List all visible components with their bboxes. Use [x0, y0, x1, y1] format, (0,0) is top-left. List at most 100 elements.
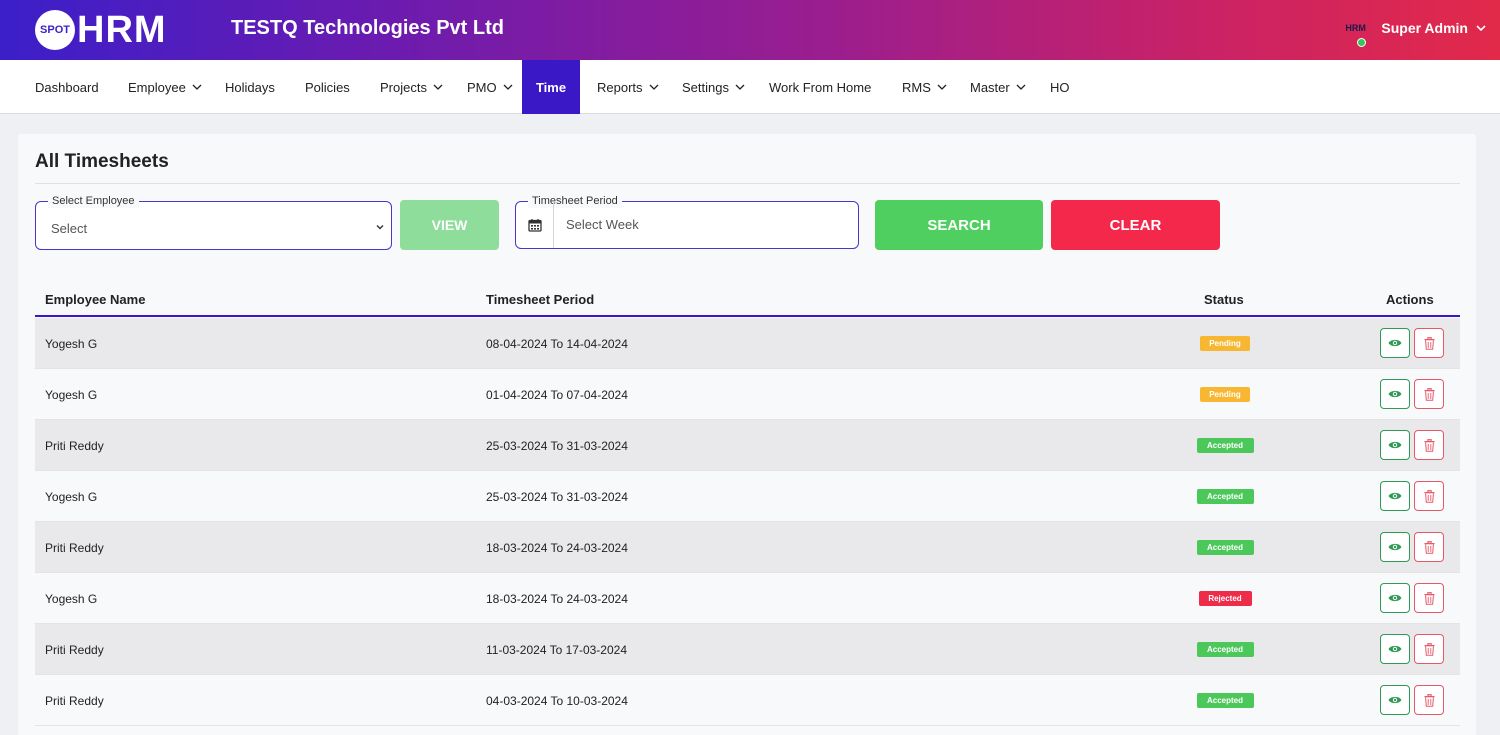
eye-icon — [1388, 390, 1402, 398]
trash-icon — [1424, 642, 1434, 656]
logo-badge: SPOT — [35, 10, 75, 50]
user-menu[interactable]: HRM Super Admin — [1345, 20, 1488, 47]
search-button[interactable]: SEARCH — [875, 200, 1043, 250]
top-header: SPOT HRM TESTQ Technologies Pvt Ltd HRM … — [0, 0, 1500, 60]
trash-icon — [1424, 540, 1434, 554]
trash-icon — [1424, 336, 1434, 350]
chevron-down-icon — [502, 81, 514, 93]
employee-name-cell: Priti Reddy — [45, 541, 104, 555]
nav-item-work-from-home[interactable]: Work From Home — [769, 60, 871, 114]
status-badge: Accepted — [1196, 642, 1254, 657]
employee-name-cell: Priti Reddy — [45, 643, 104, 657]
timesheet-period-cell: 01-04-2024 To 07-04-2024 — [486, 388, 628, 402]
nav-item-time[interactable]: Time — [522, 60, 580, 114]
status-badge: Pending — [1200, 387, 1250, 402]
status-badge: Accepted — [1196, 540, 1254, 555]
nav-item-master[interactable]: Master — [970, 60, 1027, 114]
view-button[interactable]: VIEW — [400, 200, 499, 250]
timesheets-card: All Timesheets Select Employee Select VI… — [18, 134, 1476, 735]
chevron-down-icon — [375, 222, 385, 232]
column-header-actions: Actions — [1386, 292, 1434, 307]
calendar-icon[interactable] — [516, 202, 554, 248]
chevron-down-icon — [1015, 81, 1027, 93]
logo[interactable]: SPOT HRM — [35, 10, 167, 50]
chevron-down-icon — [191, 81, 203, 93]
page-title: All Timesheets — [35, 151, 169, 172]
avatar-text: HRM — [1345, 23, 1366, 33]
user-name: Super Admin — [1381, 20, 1468, 36]
nav-item-reports[interactable]: Reports — [597, 60, 660, 114]
table-row: Priti Reddy 18-03-2024 To 24-03-2024 Accep… — [35, 522, 1460, 573]
nav-item-ho[interactable]: HO — [1050, 60, 1070, 114]
timesheet-period-cell: 04-03-2024 To 10-03-2024 — [486, 694, 628, 708]
eye-icon — [1388, 696, 1402, 704]
view-timesheet-button[interactable] — [1380, 685, 1410, 715]
timesheet-period-input[interactable]: Timesheet Period Select Week — [515, 194, 859, 249]
employee-name-cell: Priti Reddy — [45, 694, 104, 708]
nav-item-dashboard[interactable]: Dashboard — [35, 60, 99, 114]
view-timesheet-button[interactable] — [1380, 379, 1410, 409]
delete-timesheet-button[interactable] — [1414, 532, 1444, 562]
view-timesheet-button[interactable] — [1380, 430, 1410, 460]
employee-select-label: Select Employee — [48, 194, 139, 208]
nav-item-policies[interactable]: Policies — [305, 60, 350, 114]
eye-icon — [1388, 543, 1402, 551]
table-row: Yogesh G 01-04-2024 To 07-04-2024 Pending — [35, 369, 1460, 420]
delete-timesheet-button[interactable] — [1414, 328, 1444, 358]
divider — [35, 183, 1460, 184]
timesheet-period-cell: 11-03-2024 To 17-03-2024 — [486, 643, 627, 657]
chevron-down-icon — [936, 81, 948, 93]
nav-item-projects[interactable]: Projects — [380, 60, 444, 114]
eye-icon — [1388, 594, 1402, 602]
logo-text: HRM — [77, 9, 167, 51]
view-timesheet-button[interactable] — [1380, 328, 1410, 358]
delete-timesheet-button[interactable] — [1414, 634, 1444, 664]
view-timesheet-button[interactable] — [1380, 583, 1410, 613]
trash-icon — [1424, 438, 1434, 452]
nav-item-employee[interactable]: Employee — [128, 60, 203, 114]
view-timesheet-button[interactable] — [1380, 481, 1410, 511]
delete-timesheet-button[interactable] — [1414, 481, 1444, 511]
company-name: TESTQ Technologies Pvt Ltd — [231, 17, 504, 39]
timesheet-period-cell: 18-03-2024 To 24-03-2024 — [486, 541, 628, 555]
nav-item-holidays[interactable]: Holidays — [225, 60, 275, 114]
employee-name-cell: Yogesh G — [45, 337, 98, 351]
eye-icon — [1388, 645, 1402, 653]
column-header-employee-name: Employee Name — [45, 292, 146, 307]
employee-name-cell: Yogesh G — [45, 592, 98, 606]
employee-select-value: Select — [51, 221, 88, 236]
main-nav: Dashboard Employee Holidays Policies Pro… — [0, 60, 1500, 114]
status-badge: Accepted — [1196, 489, 1254, 504]
table-row: Priti Reddy 11-03-2024 To 17-03-2024 Accep… — [35, 624, 1460, 675]
status-badge: Pending — [1200, 336, 1250, 351]
nav-item-settings[interactable]: Settings — [682, 60, 746, 114]
chevron-down-icon — [734, 81, 746, 93]
delete-timesheet-button[interactable] — [1414, 430, 1444, 460]
clear-button[interactable]: CLEAR — [1051, 200, 1220, 250]
timesheet-period-placeholder: Select Week — [566, 217, 639, 232]
nav-item-rms[interactable]: RMS — [902, 60, 948, 114]
timesheet-period-cell: 25-03-2024 To 31-03-2024 — [486, 490, 628, 504]
delete-timesheet-button[interactable] — [1414, 583, 1444, 613]
status-badge: Accepted — [1196, 438, 1254, 453]
column-header-status: Status — [1204, 292, 1244, 307]
eye-icon — [1388, 492, 1402, 500]
nav-item-pmo[interactable]: PMO — [467, 60, 514, 114]
table-row: Priti Reddy 04-03-2024 To 10-03-2024 Accep… — [35, 675, 1460, 726]
trash-icon — [1424, 693, 1434, 707]
table-row: Yogesh G 25-03-2024 To 31-03-2024 Accepted — [35, 471, 1460, 522]
column-header-timesheet-period: Timesheet Period — [486, 292, 595, 307]
eye-icon — [1388, 441, 1402, 449]
delete-timesheet-button[interactable] — [1414, 379, 1444, 409]
chevron-down-icon — [432, 81, 444, 93]
eye-icon — [1388, 339, 1402, 347]
employee-name-cell: Yogesh G — [45, 388, 98, 402]
view-timesheet-button[interactable] — [1380, 532, 1410, 562]
timesheet-period-cell: 18-03-2024 To 24-03-2024 — [486, 592, 628, 606]
trash-icon — [1424, 489, 1434, 503]
employee-select[interactable]: Select Employee Select — [35, 194, 392, 250]
view-timesheet-button[interactable] — [1380, 634, 1410, 664]
chevron-down-icon — [1474, 21, 1488, 35]
timesheet-period-cell: 08-04-2024 To 14-04-2024 — [486, 337, 628, 351]
delete-timesheet-button[interactable] — [1414, 685, 1444, 715]
